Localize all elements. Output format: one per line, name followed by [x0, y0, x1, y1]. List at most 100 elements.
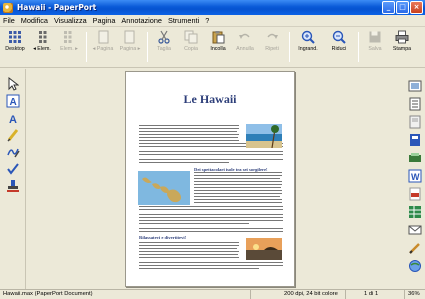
print-button[interactable]: Stampa	[389, 30, 415, 52]
next-page-icon	[123, 30, 137, 44]
menu-file[interactable]: File	[0, 16, 18, 25]
highlighter-icon[interactable]	[6, 128, 20, 142]
text-line	[194, 178, 280, 179]
menu-modifica[interactable]: Modifica	[18, 16, 51, 25]
close-button[interactable]: ×	[410, 1, 423, 14]
next-item-icon	[62, 30, 76, 44]
paste-button[interactable]: Incolla	[205, 30, 231, 52]
text-box-icon[interactable]: A	[6, 94, 20, 108]
previous-item-button[interactable]: ◂ Elem.	[29, 30, 55, 52]
text-line	[139, 265, 283, 266]
annotation-toolbar: A A	[0, 69, 26, 289]
maximize-button[interactable]: □	[396, 1, 409, 14]
text-line	[139, 209, 283, 210]
minimize-button[interactable]: _	[382, 1, 395, 14]
next-item-label: Elem.	[60, 46, 74, 52]
save-label: Salva	[368, 46, 382, 52]
menu-help[interactable]: ?	[202, 16, 212, 25]
undo-button: Annulla	[232, 30, 258, 52]
freehand-pen-icon[interactable]	[6, 145, 20, 159]
text-line	[139, 245, 239, 246]
text-line	[139, 268, 259, 269]
text-line	[139, 228, 283, 229]
printer-icon	[395, 30, 409, 44]
beach-photo	[246, 124, 282, 148]
text-line	[139, 154, 283, 155]
status-divider	[250, 290, 251, 299]
document-workspace[interactable]: Le Hawaii Dei spettacolari isole tra sei…	[27, 69, 405, 288]
spreadsheet-icon[interactable]	[408, 205, 422, 219]
stamp-icon[interactable]	[6, 179, 20, 193]
text-line	[139, 220, 283, 221]
cut-button: Taglia	[151, 30, 177, 52]
text-line	[139, 162, 229, 163]
text-line	[139, 217, 283, 218]
document-list-icon[interactable]	[408, 97, 422, 111]
status-resolution: 200 dpi, 24 bit colore	[284, 291, 338, 297]
svg-text:A: A	[10, 97, 17, 108]
text-tool-icon[interactable]: A	[6, 111, 20, 125]
toolbar-separator	[289, 32, 290, 62]
text-line	[139, 151, 283, 152]
title-bar: Hawaii - PaperPort _ □ ×	[0, 0, 425, 15]
paperport-app-icon[interactable]	[3, 2, 13, 13]
browser-icon[interactable]	[408, 259, 422, 273]
text-recognition-icon[interactable]: W	[408, 169, 422, 183]
previous-item-icon	[35, 30, 49, 44]
document-page[interactable]: Le Hawaii Dei spettacolari isole tra sei…	[125, 71, 295, 287]
text-line	[139, 206, 283, 207]
book-icon[interactable]	[408, 133, 422, 147]
svg-text:A: A	[9, 114, 17, 125]
text-line	[139, 223, 249, 224]
menu-strumenti[interactable]: Strumenti	[165, 16, 202, 25]
select-arrow-icon[interactable]	[6, 77, 20, 91]
sunset-photo	[246, 238, 282, 260]
print-label: Stampa	[392, 46, 412, 52]
zoom-in-icon	[301, 30, 315, 44]
text-line	[194, 202, 282, 203]
zoom-in-button[interactable]: Ingrand.	[293, 30, 323, 52]
save-button: Salva	[362, 30, 388, 52]
text-line	[194, 190, 282, 191]
scanner-icon[interactable]	[408, 151, 422, 165]
toolbar-separator	[358, 32, 359, 62]
text-line	[139, 231, 283, 232]
page-view-icon[interactable]	[408, 115, 422, 129]
document-title: Le Hawaii	[183, 92, 237, 106]
text-line	[139, 242, 239, 243]
previous-page-icon	[96, 30, 110, 44]
text-line	[139, 131, 237, 132]
text-line	[194, 181, 282, 182]
toolbar-separator	[86, 32, 87, 62]
redo-button: Ripeti	[259, 30, 285, 52]
undo-label: Annulla	[236, 46, 254, 52]
zoom-out-button[interactable]: Riduci	[324, 30, 354, 52]
toolbar: Desktop ◂ Elem. Elem. ▸ ◂ Pagina Pagina …	[0, 28, 425, 68]
hawaii-map	[138, 171, 190, 205]
menu-visualizza[interactable]: Visualizza	[51, 16, 90, 25]
check-mark-icon[interactable]	[6, 162, 20, 176]
undo-icon	[238, 30, 252, 44]
window-controls: _ □ ×	[382, 1, 423, 14]
status-zoom: 36%	[408, 291, 420, 297]
window-title: Hawaii - PaperPort	[17, 3, 97, 12]
redo-icon	[265, 30, 279, 44]
menu-bar: File Modifica Visualizza Pagina Annotazi…	[0, 15, 425, 27]
text-line	[139, 257, 239, 258]
email-icon[interactable]	[408, 223, 422, 237]
text-line	[139, 159, 283, 160]
send-to-bar: W	[405, 69, 425, 289]
pdf-icon[interactable]	[408, 187, 422, 201]
photo-editor-icon[interactable]	[408, 79, 422, 93]
desktop-button[interactable]: Desktop	[2, 30, 28, 52]
menu-pagina[interactable]: Pagina	[90, 16, 119, 25]
text-line	[139, 137, 238, 138]
text-line	[194, 193, 282, 194]
text-line	[139, 134, 239, 135]
pencil-icon[interactable]	[408, 241, 422, 255]
text-line	[139, 254, 238, 255]
copy-button: Copia	[178, 30, 204, 52]
menu-annotazione[interactable]: Annotazione	[118, 16, 165, 25]
text-line	[139, 128, 239, 129]
text-line	[194, 175, 282, 176]
